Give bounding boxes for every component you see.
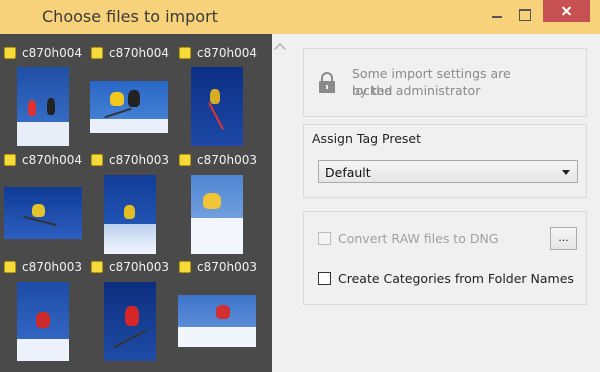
thumbnail-tile[interactable]: c870h003	[91, 259, 169, 275]
thumbnail-image[interactable]	[90, 81, 168, 133]
thumbnail-tile[interactable]: c870h003	[91, 152, 169, 168]
thumbnail-tile[interactable]: c870h004	[4, 152, 82, 168]
selection-checkbox[interactable]	[4, 261, 16, 273]
thumbnail-image[interactable]	[17, 282, 69, 361]
maximize-button[interactable]	[511, 0, 539, 30]
selection-checkbox[interactable]	[91, 154, 103, 166]
thumbnail-tile[interactable]: c870h003	[4, 259, 82, 275]
dng-settings-button[interactable]: ...	[550, 227, 577, 250]
selection-checkbox[interactable]	[91, 261, 103, 273]
thumbnail-tile[interactable]: c870h004	[4, 45, 82, 61]
convert-raw-label: Convert RAW files to DNG	[338, 231, 499, 246]
selection-checkbox[interactable]	[4, 154, 16, 166]
window-title: Choose files to import	[42, 7, 218, 26]
thumbnail-image[interactable]	[191, 175, 243, 254]
thumbnail-name: c870h003	[109, 260, 170, 274]
thumbnail-name: c870h004	[109, 46, 170, 60]
lock-icon	[319, 72, 335, 93]
tag-preset-title: Assign Tag Preset	[312, 131, 421, 146]
thumbnail-name: c870h004	[22, 153, 83, 167]
thumbnail-image[interactable]	[104, 175, 156, 254]
chevron-down-icon	[562, 170, 570, 175]
thumbnail-image[interactable]	[178, 295, 256, 347]
create-categories-checkbox[interactable]	[318, 272, 331, 285]
thumbnail-image[interactable]	[17, 67, 69, 146]
thumbnail-image[interactable]	[104, 282, 156, 361]
minimize-button[interactable]	[483, 0, 511, 30]
thumbnail-tile[interactable]: c870h003	[179, 259, 257, 275]
create-categories-label: Create Categories from Folder Names	[338, 271, 574, 286]
selection-checkbox[interactable]	[4, 47, 16, 59]
tag-preset-dropdown[interactable]: Default	[318, 160, 578, 183]
tag-preset-value: Default	[325, 165, 371, 180]
options-panel	[303, 211, 587, 305]
convert-raw-checkbox[interactable]	[318, 232, 331, 245]
lock-notice-line2: by the administrator	[352, 83, 481, 98]
thumbnail-name: c870h003	[109, 153, 170, 167]
selection-checkbox[interactable]	[91, 47, 103, 59]
close-button[interactable]	[543, 0, 590, 22]
scrollbar[interactable]	[272, 34, 290, 372]
thumbnail-name: c870h003	[197, 260, 258, 274]
thumbnail-name: c870h003	[22, 260, 83, 274]
selection-checkbox[interactable]	[179, 47, 191, 59]
thumbnail-tile[interactable]: c870h004	[179, 45, 257, 61]
thumbnail-name: c870h004	[22, 46, 83, 60]
selection-checkbox[interactable]	[179, 261, 191, 273]
thumbnail-image[interactable]	[191, 67, 243, 146]
thumbnail-tile[interactable]: c870h004	[91, 45, 169, 61]
thumbnail-name: c870h004	[197, 46, 258, 60]
thumbnail-image[interactable]	[4, 187, 82, 239]
thumbnail-name: c870h003	[197, 153, 258, 167]
selection-checkbox[interactable]	[179, 154, 191, 166]
thumbnail-tile[interactable]: c870h003	[179, 152, 257, 168]
